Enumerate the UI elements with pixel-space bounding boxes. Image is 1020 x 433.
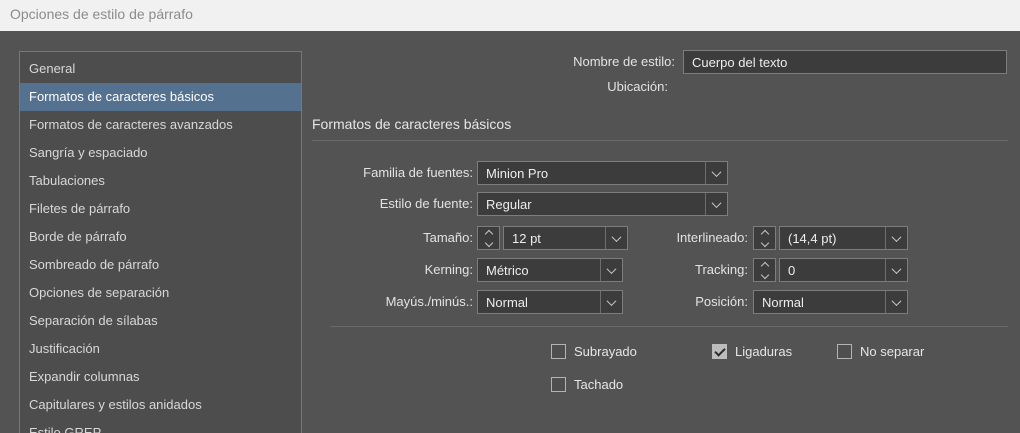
sidebar-item-borde-parrafo[interactable]: Borde de párrafo [20,223,301,251]
case-dropdown[interactable]: Normal [477,290,623,314]
leading-value: (14,4 pt) [780,231,885,246]
chevron-down-icon[interactable] [705,162,727,184]
size-stepper[interactable] [477,226,500,250]
style-name-label: Nombre de estilo: [573,50,675,74]
chevron-down-icon[interactable] [885,291,907,313]
paragraph-style-options-dialog: General Formatos de caracteres básicos F… [0,31,1020,433]
no-break-label: No separar [860,344,924,359]
tracking-stepper[interactable] [753,258,776,282]
stepper-down-icon[interactable] [484,238,492,246]
underline-checkbox[interactable] [551,344,566,359]
case-label: Mayús./minús.: [386,290,473,314]
no-break-checkbox-row: No separar [837,343,924,359]
position-value: Normal [754,295,885,310]
chevron-down-icon[interactable] [600,291,622,313]
underline-checkbox-row: Subrayado [551,343,637,359]
sidebar-item-sombreado-parrafo[interactable]: Sombreado de párrafo [20,251,301,279]
position-label: Posición: [695,290,748,314]
sidebar-item-general[interactable]: General [20,55,301,83]
kerning-label: Kerning: [425,258,473,282]
sidebar-item-formatos-caracteres-basicos[interactable]: Formatos de caracteres básicos [20,83,301,111]
underline-label: Subrayado [574,344,637,359]
location-label: Ubicación: [607,77,668,97]
font-style-label: Estilo de fuente: [380,192,473,216]
chevron-down-icon[interactable] [605,227,627,249]
font-style-value: Regular [478,197,705,212]
tracking-value: 0 [780,263,885,278]
chevron-down-icon[interactable] [600,259,622,281]
font-family-dropdown[interactable]: Minion Pro [477,161,728,185]
leading-stepper[interactable] [753,226,776,250]
sidebar-item-estilo-grep[interactable]: Estilo GREP [20,419,301,433]
kerning-dropdown[interactable]: Métrico [477,258,623,282]
sidebar-item-capitulares-estilos-anidados[interactable]: Capitulares y estilos anidados [20,391,301,419]
font-style-dropdown[interactable]: Regular [477,192,728,216]
dialog-title: Opciones de estilo de párrafo [10,6,193,22]
stepper-up-icon[interactable] [484,229,492,237]
style-name-input[interactable] [683,50,1007,74]
sidebar-item-formatos-caracteres-avanzados[interactable]: Formatos de caracteres avanzados [20,111,301,139]
tracking-combo[interactable]: 0 [779,258,908,282]
sidebar-item-opciones-separacion[interactable]: Opciones de separación [20,279,301,307]
ligatures-checkbox-row: Ligaduras [712,343,792,359]
stepper-up-icon[interactable] [760,229,768,237]
stepper-down-icon[interactable] [760,238,768,246]
size-value: 12 pt [504,231,605,246]
stepper-up-icon[interactable] [760,261,768,269]
dialog-titlebar: Opciones de estilo de párrafo [0,0,1020,31]
sidebar-item-expandir-columnas[interactable]: Expandir columnas [20,363,301,391]
sidebar-item-justificacion[interactable]: Justificación [20,335,301,363]
kerning-value: Métrico [478,263,600,278]
chevron-down-icon[interactable] [705,193,727,215]
strikethrough-checkbox-row: Tachado [551,376,623,392]
section-divider [312,140,1008,141]
font-family-value: Minion Pro [478,166,705,181]
ligatures-label: Ligaduras [735,344,792,359]
section-title: Formatos de caracteres básicos [312,116,511,132]
ligatures-checkbox[interactable] [712,344,727,359]
sidebar-item-sangria-espaciado[interactable]: Sangría y espaciado [20,139,301,167]
chevron-down-icon[interactable] [885,259,907,281]
stepper-down-icon[interactable] [760,270,768,278]
font-family-label: Familia de fuentes: [363,161,473,185]
size-combo[interactable]: 12 pt [503,226,628,250]
size-label: Tamaño: [423,226,473,250]
position-dropdown[interactable]: Normal [753,290,908,314]
strikethrough-checkbox[interactable] [551,377,566,392]
case-value: Normal [478,295,600,310]
leading-combo[interactable]: (14,4 pt) [779,226,908,250]
tracking-label: Tracking: [695,258,748,282]
sidebar-item-separacion-silabas[interactable]: Separación de sílabas [20,307,301,335]
leading-label: Interlineado: [676,226,748,250]
no-break-checkbox[interactable] [837,344,852,359]
strikethrough-label: Tachado [574,377,623,392]
style-options-category-list: General Formatos de caracteres básicos F… [19,51,302,433]
sidebar-item-tabulaciones[interactable]: Tabulaciones [20,167,301,195]
chevron-down-icon[interactable] [885,227,907,249]
checkbox-section-divider [330,326,1008,327]
sidebar-item-filetes-parrafo[interactable]: Filetes de párrafo [20,195,301,223]
